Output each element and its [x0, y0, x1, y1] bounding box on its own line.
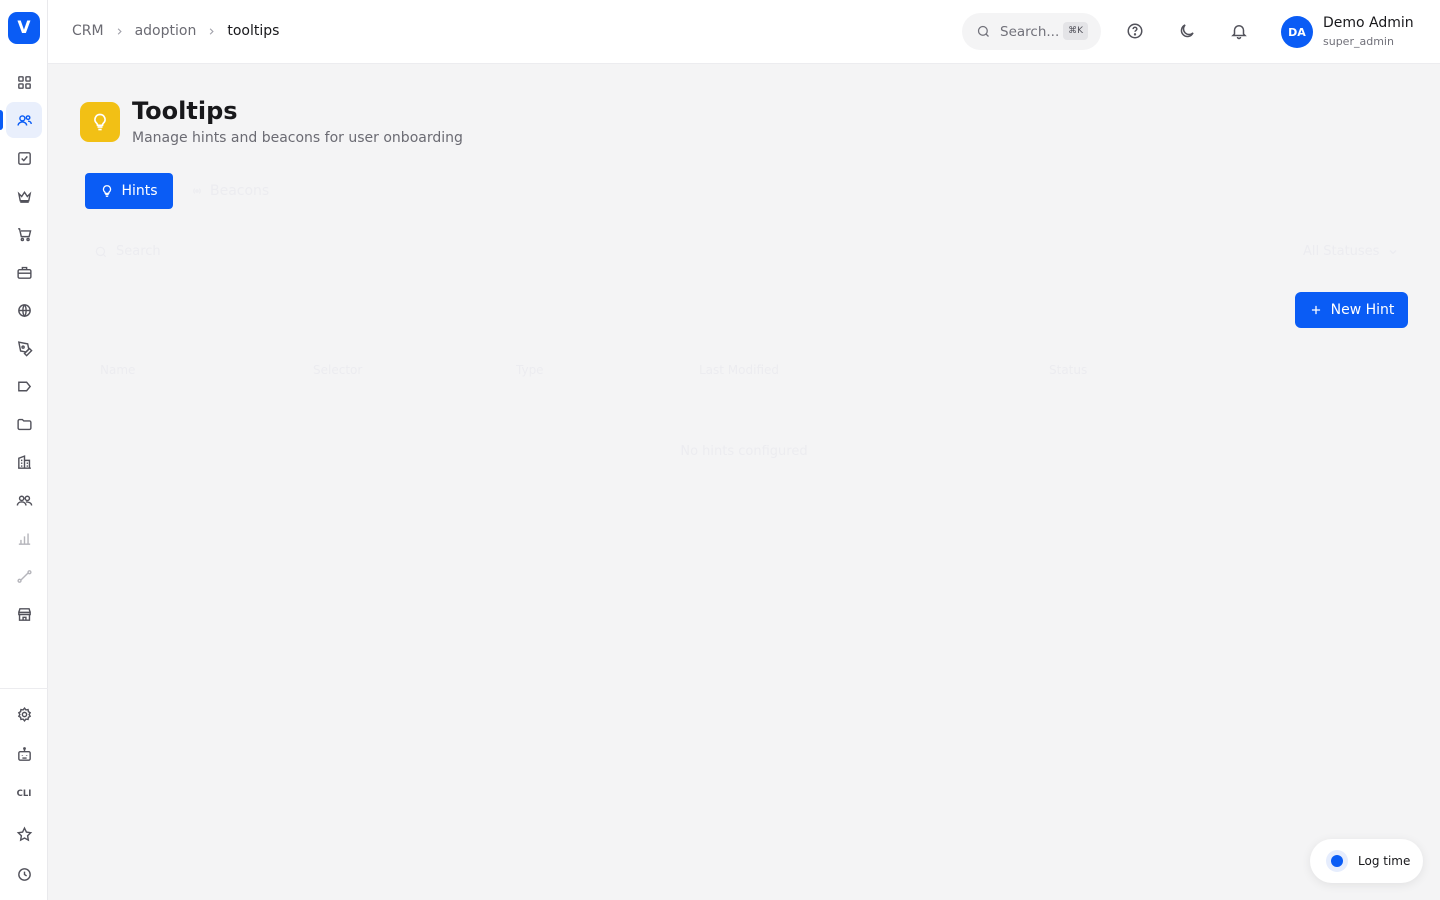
star-icon [16, 825, 32, 841]
crown-icon [17, 190, 31, 203]
sidebar-item-favorites[interactable] [6, 816, 42, 852]
sidebar-item-products[interactable] [6, 254, 42, 290]
pen-tool-icon [17, 340, 33, 357]
sidebar-item-files[interactable] [6, 406, 42, 442]
sidebar-item-cli[interactable]: CLI [6, 776, 42, 812]
sidebar-item-web[interactable] [6, 292, 42, 328]
briefcase-icon [16, 266, 32, 279]
route-icon [16, 569, 32, 583]
folder-icon [16, 418, 32, 430]
timer-icon [1326, 850, 1348, 872]
log-time-button[interactable]: Log time [1310, 839, 1423, 883]
sidebar-item-crm[interactable] [6, 102, 42, 138]
team-icon [16, 495, 32, 506]
bar-chart-icon [18, 533, 30, 545]
sidebar-item-dashboard[interactable] [6, 64, 42, 100]
sidebar-item-tasks[interactable] [6, 140, 42, 176]
grid-icon [17, 75, 31, 89]
empty-state-message: No hints configured [680, 444, 808, 459]
users-icon [16, 114, 32, 126]
sidebar-item-history[interactable] [6, 856, 42, 892]
sidebar-item-store[interactable] [6, 596, 42, 632]
sidebar-item-premium[interactable] [6, 178, 42, 214]
sidebar-item-automation[interactable] [6, 736, 42, 772]
globe-icon [17, 303, 31, 317]
settings-icon [17, 706, 31, 722]
app-logo[interactable]: V [8, 12, 40, 44]
sidebar-item-settings[interactable] [6, 696, 42, 732]
active-nav-indicator [0, 110, 3, 130]
sidebar-item-analytics[interactable] [6, 520, 42, 556]
megaphone-icon [17, 381, 31, 391]
sidebar-item-routes[interactable] [6, 558, 42, 594]
cart-icon [17, 227, 31, 241]
sidebar-item-marketing[interactable] [6, 368, 42, 404]
sidebar-item-teams[interactable] [6, 482, 42, 518]
sidebar-divider [0, 688, 48, 689]
sidebar: V CLI [0, 0, 48, 900]
sidebar-item-design[interactable] [6, 330, 42, 366]
bot-icon [17, 746, 31, 761]
clock-icon [17, 867, 31, 881]
checkbox-icon [17, 151, 31, 165]
sidebar-item-companies[interactable] [6, 444, 42, 480]
log-time-label: Log time [1358, 854, 1411, 868]
store-icon [17, 607, 31, 621]
sidebar-item-commerce[interactable] [6, 216, 42, 252]
cli-icon: CLI [16, 789, 32, 799]
table-body: No hints configured [48, 0, 1440, 900]
building-icon [17, 454, 31, 469]
